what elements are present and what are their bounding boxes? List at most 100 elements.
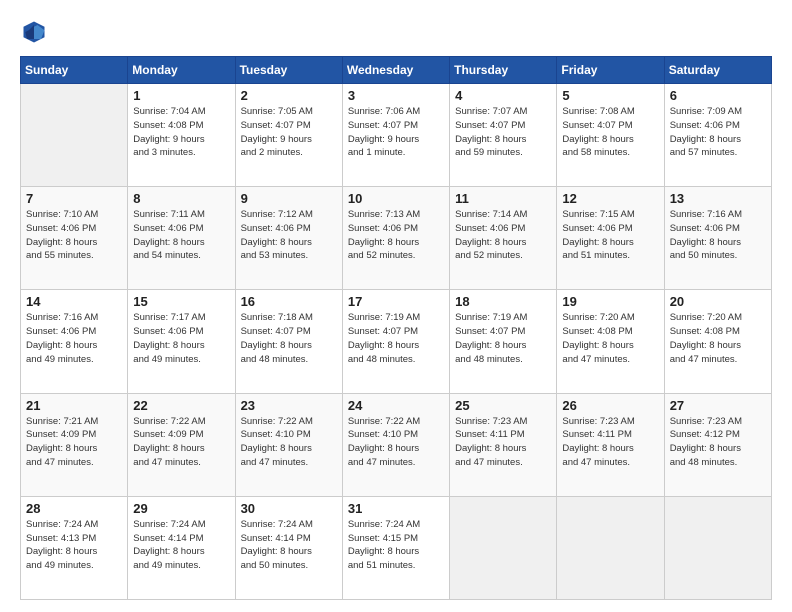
calendar-cell: 15Sunrise: 7:17 AM Sunset: 4:06 PM Dayli…	[128, 290, 235, 393]
day-number: 28	[26, 501, 122, 516]
day-info: Sunrise: 7:23 AM Sunset: 4:12 PM Dayligh…	[670, 415, 766, 470]
day-info: Sunrise: 7:24 AM Sunset: 4:15 PM Dayligh…	[348, 518, 444, 573]
calendar-cell: 8 Sunrise: 7:11 AM Sunset: 4:06 PM Daylig…	[128, 187, 235, 290]
day-info: Sunrise: 7:20 AM Sunset: 4:08 PM Dayligh…	[670, 311, 766, 366]
day-info: Sunrise: 7:22 AM Sunset: 4:09 PM Dayligh…	[133, 415, 229, 470]
day-number: 29	[133, 501, 229, 516]
day-number: 1	[133, 88, 229, 103]
day-number: 23	[241, 398, 337, 413]
calendar-cell: 13 Sunrise: 7:16 AM Sunset: 4:06 PM Dayli…	[664, 187, 771, 290]
day-number: 11	[455, 191, 551, 206]
day-number: 2	[241, 88, 337, 103]
day-number: 13	[670, 191, 766, 206]
day-info: Sunrise: 7:09 AM Sunset: 4:06 PM Dayligh…	[670, 105, 766, 160]
day-number: 12	[562, 191, 658, 206]
calendar-cell: 26 Sunrise: 7:23 AM Sunset: 4:11 PM Dayli…	[557, 393, 664, 496]
day-info: Sunrise: 7:15 AM Sunset: 4:06 PM Dayligh…	[562, 208, 658, 263]
header-cell-friday: Friday	[557, 57, 664, 84]
day-info: Sunrise: 7:07 AM Sunset: 4:07 PM Dayligh…	[455, 105, 551, 160]
day-info: Sunrise: 7:22 AM Sunset: 4:10 PM Dayligh…	[348, 415, 444, 470]
header-cell-sunday: Sunday	[21, 57, 128, 84]
day-number: 10	[348, 191, 444, 206]
day-number: 31	[348, 501, 444, 516]
calendar-cell: 17Sunrise: 7:19 AM Sunset: 4:07 PM Dayli…	[342, 290, 449, 393]
header-cell-monday: Monday	[128, 57, 235, 84]
day-info: Sunrise: 7:23 AM Sunset: 4:11 PM Dayligh…	[455, 415, 551, 470]
calendar-cell: 16 Sunrise: 7:18 AM Sunset: 4:07 PM Dayli…	[235, 290, 342, 393]
logo	[20, 18, 52, 46]
calendar-cell: 5 Sunrise: 7:08 AM Sunset: 4:07 PM Daylig…	[557, 84, 664, 187]
calendar-cell: 12 Sunrise: 7:15 AM Sunset: 4:06 PM Dayli…	[557, 187, 664, 290]
week-row-4: 21 Sunrise: 7:21 AM Sunset: 4:09 PM Dayli…	[21, 393, 772, 496]
calendar-header: SundayMondayTuesdayWednesdayThursdayFrid…	[21, 57, 772, 84]
day-info: Sunrise: 7:13 AM Sunset: 4:06 PM Dayligh…	[348, 208, 444, 263]
day-number: 22	[133, 398, 229, 413]
calendar-cell: 14 Sunrise: 7:16 AM Sunset: 4:06 PM Dayli…	[21, 290, 128, 393]
day-number: 16	[241, 294, 337, 309]
day-number: 25	[455, 398, 551, 413]
calendar-cell: 3 Sunrise: 7:06 AM Sunset: 4:07 PM Daylig…	[342, 84, 449, 187]
day-number: 4	[455, 88, 551, 103]
day-info: Sunrise: 7:11 AM Sunset: 4:06 PM Dayligh…	[133, 208, 229, 263]
header-cell-tuesday: Tuesday	[235, 57, 342, 84]
day-info: Sunrise: 7:05 AM Sunset: 4:07 PM Dayligh…	[241, 105, 337, 160]
week-row-5: 28 Sunrise: 7:24 AM Sunset: 4:13 PM Dayli…	[21, 496, 772, 599]
day-number: 8	[133, 191, 229, 206]
day-info: Sunrise: 7:12 AM Sunset: 4:06 PM Dayligh…	[241, 208, 337, 263]
calendar-cell: 20Sunrise: 7:20 AM Sunset: 4:08 PM Dayli…	[664, 290, 771, 393]
calendar-cell: 24 Sunrise: 7:22 AM Sunset: 4:10 PM Dayli…	[342, 393, 449, 496]
header-cell-wednesday: Wednesday	[342, 57, 449, 84]
calendar-cell	[664, 496, 771, 599]
header-row: SundayMondayTuesdayWednesdayThursdayFrid…	[21, 57, 772, 84]
calendar-cell: 21 Sunrise: 7:21 AM Sunset: 4:09 PM Dayli…	[21, 393, 128, 496]
day-number: 3	[348, 88, 444, 103]
header-cell-thursday: Thursday	[450, 57, 557, 84]
day-info: Sunrise: 7:21 AM Sunset: 4:09 PM Dayligh…	[26, 415, 122, 470]
day-number: 18	[455, 294, 551, 309]
day-info: Sunrise: 7:23 AM Sunset: 4:11 PM Dayligh…	[562, 415, 658, 470]
day-number: 26	[562, 398, 658, 413]
logo-icon	[20, 18, 48, 46]
day-info: Sunrise: 7:16 AM Sunset: 4:06 PM Dayligh…	[670, 208, 766, 263]
week-row-2: 7 Sunrise: 7:10 AM Sunset: 4:06 PM Daylig…	[21, 187, 772, 290]
calendar-cell	[21, 84, 128, 187]
day-number: 7	[26, 191, 122, 206]
day-info: Sunrise: 7:16 AM Sunset: 4:06 PM Dayligh…	[26, 311, 122, 366]
calendar-cell: 18 Sunrise: 7:19 AM Sunset: 4:07 PM Dayli…	[450, 290, 557, 393]
day-info: Sunrise: 7:10 AM Sunset: 4:06 PM Dayligh…	[26, 208, 122, 263]
calendar-cell: 1 Sunrise: 7:04 AM Sunset: 4:08 PM Daylig…	[128, 84, 235, 187]
calendar-cell: 25 Sunrise: 7:23 AM Sunset: 4:11 PM Dayli…	[450, 393, 557, 496]
day-number: 24	[348, 398, 444, 413]
calendar-body: 1 Sunrise: 7:04 AM Sunset: 4:08 PM Daylig…	[21, 84, 772, 600]
calendar-cell	[557, 496, 664, 599]
calendar-cell: 4 Sunrise: 7:07 AM Sunset: 4:07 PM Daylig…	[450, 84, 557, 187]
calendar-cell	[450, 496, 557, 599]
calendar-cell: 30Sunrise: 7:24 AM Sunset: 4:14 PM Dayli…	[235, 496, 342, 599]
day-info: Sunrise: 7:18 AM Sunset: 4:07 PM Dayligh…	[241, 311, 337, 366]
day-info: Sunrise: 7:06 AM Sunset: 4:07 PM Dayligh…	[348, 105, 444, 160]
day-info: Sunrise: 7:08 AM Sunset: 4:07 PM Dayligh…	[562, 105, 658, 160]
calendar-cell: 28 Sunrise: 7:24 AM Sunset: 4:13 PM Dayli…	[21, 496, 128, 599]
day-info: Sunrise: 7:24 AM Sunset: 4:13 PM Dayligh…	[26, 518, 122, 573]
day-info: Sunrise: 7:04 AM Sunset: 4:08 PM Dayligh…	[133, 105, 229, 160]
calendar-cell: 6 Sunrise: 7:09 AM Sunset: 4:06 PM Daylig…	[664, 84, 771, 187]
week-row-3: 14 Sunrise: 7:16 AM Sunset: 4:06 PM Dayli…	[21, 290, 772, 393]
calendar-table: SundayMondayTuesdayWednesdayThursdayFrid…	[20, 56, 772, 600]
day-info: Sunrise: 7:14 AM Sunset: 4:06 PM Dayligh…	[455, 208, 551, 263]
calendar-cell: 7 Sunrise: 7:10 AM Sunset: 4:06 PM Daylig…	[21, 187, 128, 290]
calendar-cell: 23 Sunrise: 7:22 AM Sunset: 4:10 PM Dayli…	[235, 393, 342, 496]
day-info: Sunrise: 7:19 AM Sunset: 4:07 PM Dayligh…	[348, 311, 444, 366]
calendar-cell: 11 Sunrise: 7:14 AM Sunset: 4:06 PM Dayli…	[450, 187, 557, 290]
calendar-cell: 19 Sunrise: 7:20 AM Sunset: 4:08 PM Dayli…	[557, 290, 664, 393]
day-number: 5	[562, 88, 658, 103]
day-number: 21	[26, 398, 122, 413]
day-info: Sunrise: 7:22 AM Sunset: 4:10 PM Dayligh…	[241, 415, 337, 470]
day-number: 19	[562, 294, 658, 309]
day-number: 14	[26, 294, 122, 309]
day-number: 30	[241, 501, 337, 516]
day-info: Sunrise: 7:20 AM Sunset: 4:08 PM Dayligh…	[562, 311, 658, 366]
day-info: Sunrise: 7:19 AM Sunset: 4:07 PM Dayligh…	[455, 311, 551, 366]
calendar-cell: 29Sunrise: 7:24 AM Sunset: 4:14 PM Dayli…	[128, 496, 235, 599]
calendar-cell: 2 Sunrise: 7:05 AM Sunset: 4:07 PM Daylig…	[235, 84, 342, 187]
day-number: 6	[670, 88, 766, 103]
